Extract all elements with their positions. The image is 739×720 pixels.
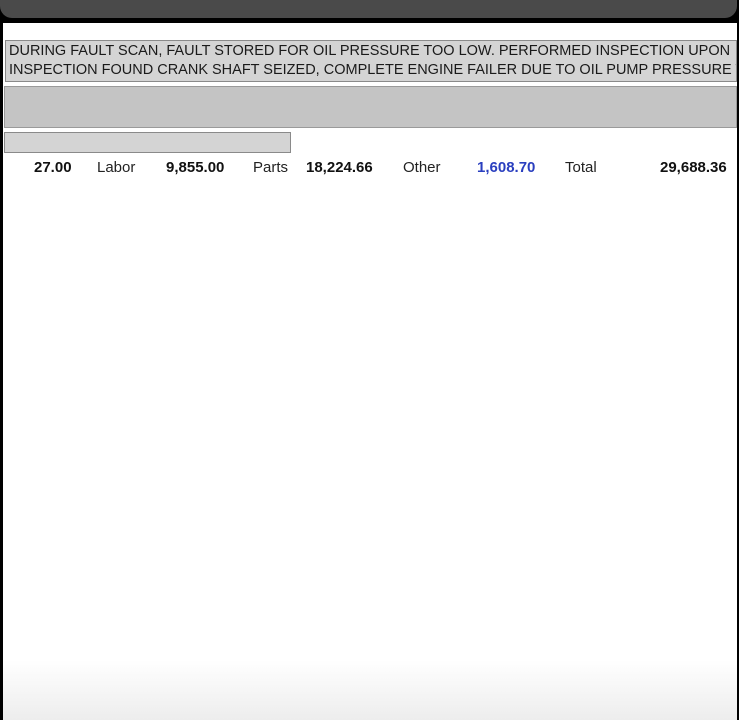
hours-value: 27.00 xyxy=(34,159,72,176)
totals-row: 27.00 Labor 9,855.00 Parts 18,224.66 Oth… xyxy=(3,157,737,179)
labor-label: Labor xyxy=(97,159,136,176)
parts-value: 18,224.66 xyxy=(306,159,373,176)
comment-line-2: INSPECTION FOUND CRANK SHAFT SEIZED, COM… xyxy=(9,61,737,78)
repair-order-screen: DURING FAULT SCAN, FAULT STORED FOR OIL … xyxy=(3,23,737,720)
comment-line-1: DURING FAULT SCAN, FAULT STORED FOR OIL … xyxy=(9,43,731,59)
total-label: Total xyxy=(565,159,597,176)
notes-field[interactable] xyxy=(4,86,737,128)
reference-field[interactable] xyxy=(4,132,291,153)
other-label: Other xyxy=(403,159,441,176)
other-value: 1,608.70 xyxy=(477,159,536,176)
bottom-fade xyxy=(3,660,737,720)
technician-comment-field[interactable]: DURING FAULT SCAN, FAULT STORED FOR OIL … xyxy=(5,40,737,82)
device-frame: DURING FAULT SCAN, FAULT STORED FOR OIL … xyxy=(0,0,739,720)
total-value: 29,688.36 xyxy=(660,159,727,176)
parts-label: Parts xyxy=(253,159,289,176)
top-bezel xyxy=(0,0,737,18)
labor-value: 9,855.00 xyxy=(166,159,225,176)
